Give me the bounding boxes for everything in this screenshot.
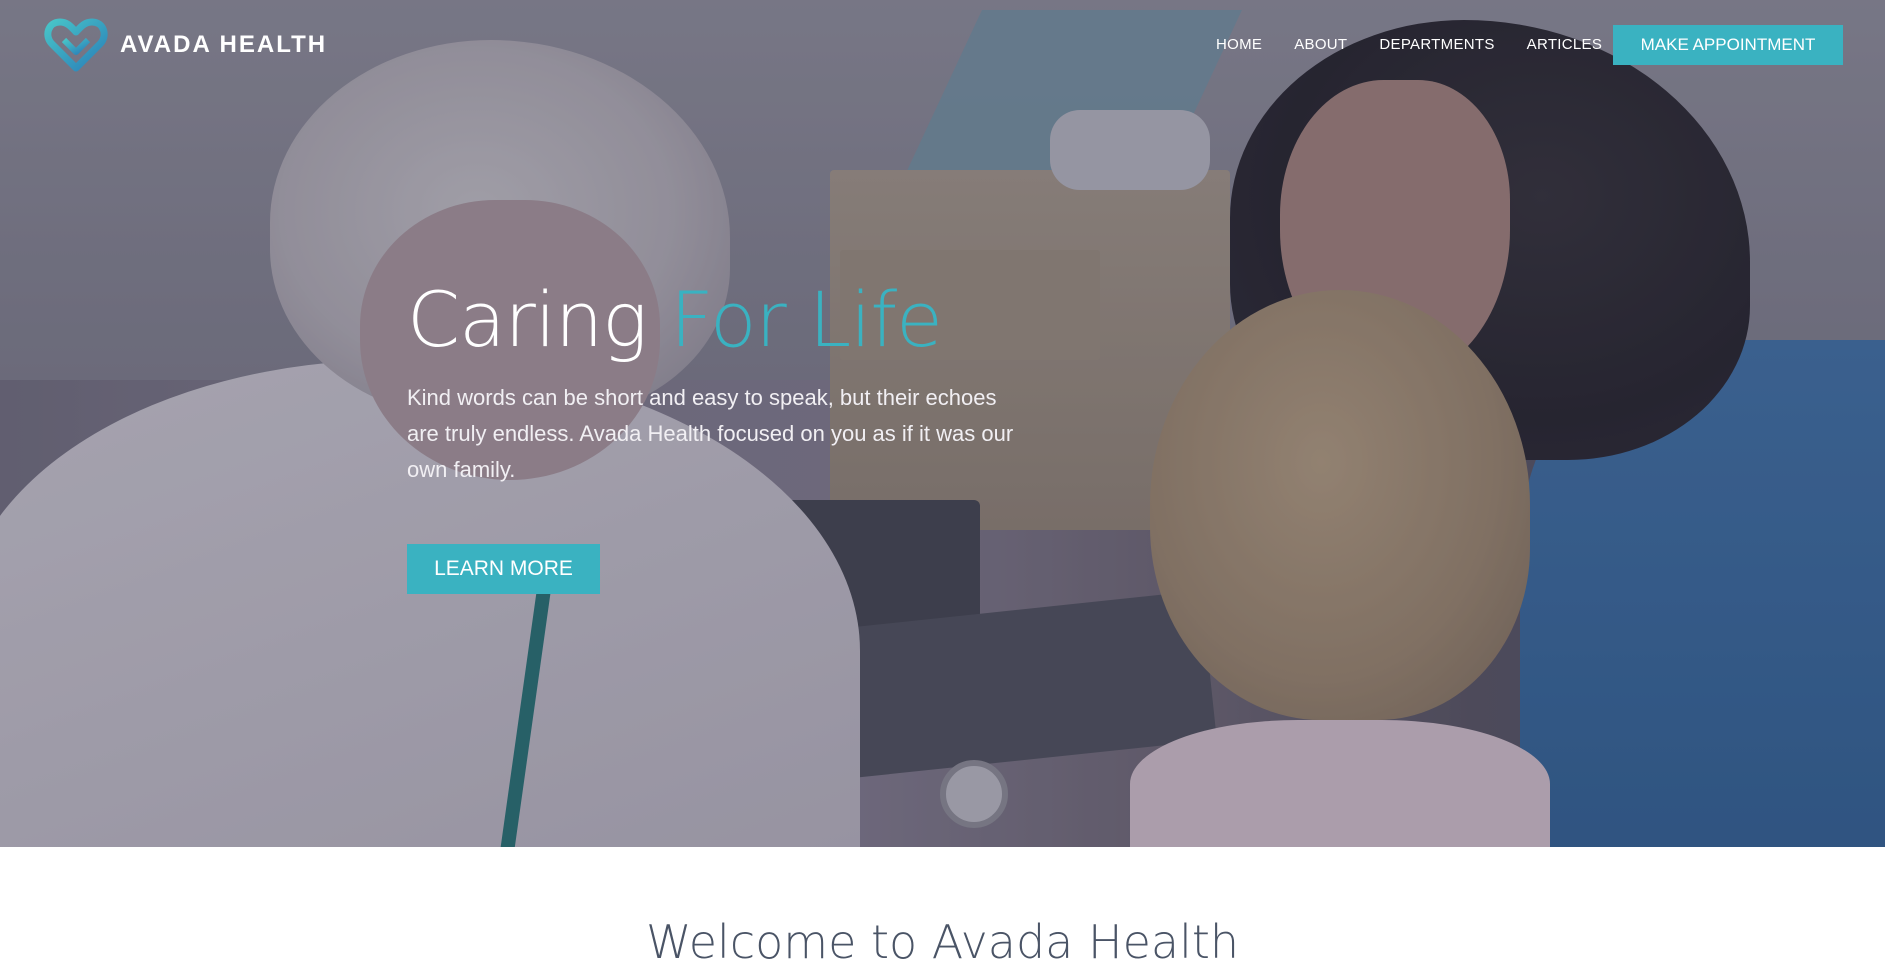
heart-logo-icon — [44, 18, 108, 72]
hero-title-main: Caring — [407, 275, 648, 364]
brand-logo[interactable]: AVADA HEALTH — [44, 18, 327, 72]
hero-title: Caring For Life — [407, 275, 1047, 364]
nav-item-departments[interactable]: DEPARTMENTS — [1379, 36, 1494, 53]
welcome-heading: Welcome to Avada Health — [645, 915, 1240, 969]
nav-item-home[interactable]: HOME — [1216, 36, 1262, 53]
hero-content: Caring For Life Kind words can be short … — [407, 275, 1047, 594]
make-appointment-button[interactable]: MAKE APPOINTMENT — [1613, 25, 1843, 65]
brand-name: AVADA HEALTH — [120, 31, 328, 58]
hero-title-accent: For Life — [669, 275, 943, 364]
nav-item-about[interactable]: ABOUT — [1294, 36, 1347, 53]
hero-section: AVADA HEALTH HOME ABOUT DEPARTMENTS ARTI… — [0, 0, 1885, 847]
learn-more-button[interactable]: LEARN MORE — [407, 544, 600, 594]
main-nav: HOME ABOUT DEPARTMENTS ARTICLES — [1216, 36, 1602, 53]
hero-subtitle: Kind words can be short and easy to spea… — [407, 385, 1014, 482]
nav-item-articles[interactable]: ARTICLES — [1527, 36, 1602, 53]
